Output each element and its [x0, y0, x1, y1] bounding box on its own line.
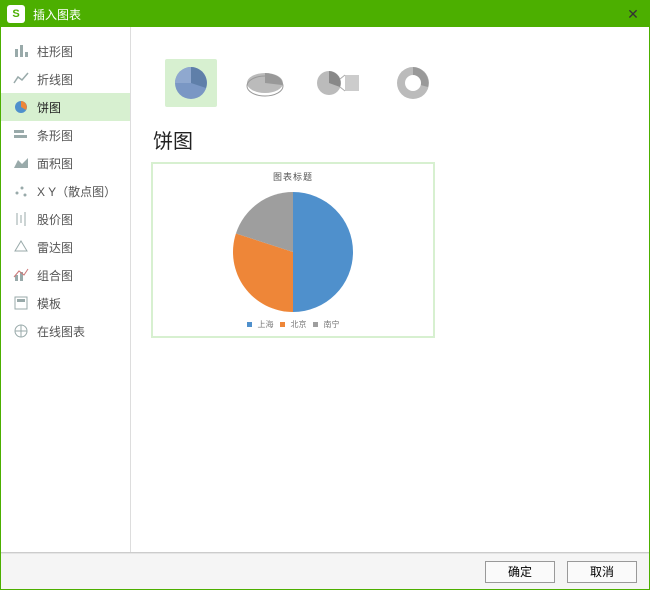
sidebar-item-label: 条形图 [37, 127, 73, 144]
sidebar-item-column-chart[interactable]: 柱形图 [1, 37, 130, 65]
sidebar-item-label: 模板 [37, 295, 61, 312]
titlebar: S 插入图表 ✕ [1, 1, 649, 27]
sidebar-item-label: 面积图 [37, 155, 73, 172]
pie-of-pie-icon [315, 67, 363, 99]
dialog-window: S 插入图表 ✕ 柱形图 折线图 饼图 [0, 0, 650, 590]
column-chart-icon [13, 43, 29, 59]
line-chart-icon [13, 71, 29, 87]
legend-label-3: 南宁 [324, 319, 340, 330]
sidebar-item-radar-chart[interactable]: 雷达图 [1, 233, 130, 261]
sidebar-item-label: 雷达图 [37, 239, 73, 256]
sidebar-item-stock-chart[interactable]: 股价图 [1, 205, 130, 233]
legend-label-1: 上海 [258, 319, 274, 330]
subtype-pie[interactable] [165, 59, 217, 107]
legend-swatch-2 [280, 322, 285, 327]
sidebar-item-label: X Y（散点图） [37, 183, 116, 200]
pie-3d-icon [243, 67, 287, 99]
templates-icon [13, 295, 29, 311]
sidebar-item-combo-chart[interactable]: 组合图 [1, 261, 130, 289]
main-panel: 饼图 图表标题 上海 北京 南宁 [131, 27, 649, 552]
legend-swatch-1 [247, 322, 252, 327]
sidebar-item-label: 柱形图 [37, 43, 73, 60]
dialog-title: 插入图表 [33, 6, 623, 23]
sidebar-item-label: 股价图 [37, 211, 73, 228]
sidebar-item-bar-chart[interactable]: 条形图 [1, 121, 130, 149]
legend-label-2: 北京 [291, 319, 307, 330]
scatter-chart-icon [13, 183, 29, 199]
chart-subtype-row [165, 59, 629, 107]
doughnut-icon [393, 63, 433, 103]
online-charts-icon [13, 323, 29, 339]
subtype-pie-of-pie[interactable] [313, 59, 365, 107]
bar-chart-icon [13, 127, 29, 143]
close-button[interactable]: ✕ [623, 6, 643, 23]
sidebar-item-online-charts[interactable]: 在线图表 [1, 317, 130, 345]
chart-preview[interactable]: 图表标题 上海 北京 南宁 [151, 162, 435, 338]
sidebar-item-label: 组合图 [37, 267, 73, 284]
chart-preview-canvas [223, 187, 363, 317]
app-icon: S [7, 5, 25, 23]
sidebar-item-label: 饼图 [37, 99, 61, 116]
cancel-button[interactable]: 取消 [567, 561, 637, 583]
sidebar-item-line-chart[interactable]: 折线图 [1, 65, 130, 93]
section-title: 饼图 [153, 125, 629, 154]
chart-preview-legend: 上海 北京 南宁 [247, 319, 340, 330]
chart-category-sidebar: 柱形图 折线图 饼图 条形图 [1, 27, 131, 552]
combo-chart-icon [13, 267, 29, 283]
chart-preview-title: 图表标题 [273, 170, 313, 183]
sidebar-item-label: 在线图表 [37, 323, 85, 340]
stock-chart-icon [13, 211, 29, 227]
subtype-doughnut[interactable] [387, 59, 439, 107]
area-chart-icon [13, 155, 29, 171]
sidebar-item-area-chart[interactable]: 面积图 [1, 149, 130, 177]
sidebar-item-pie-chart[interactable]: 饼图 [1, 93, 130, 121]
dialog-footer: 确定 取消 [1, 553, 649, 589]
subtype-3d-pie[interactable] [239, 59, 291, 107]
sidebar-item-templates[interactable]: 模板 [1, 289, 130, 317]
sidebar-item-scatter-chart[interactable]: X Y（散点图） [1, 177, 130, 205]
dialog-body: 柱形图 折线图 饼图 条形图 [1, 27, 649, 553]
sidebar-item-label: 折线图 [37, 71, 73, 88]
pie-icon [171, 63, 211, 103]
radar-chart-icon [13, 239, 29, 255]
pie-chart-icon [13, 99, 29, 115]
legend-swatch-3 [313, 322, 318, 327]
ok-button[interactable]: 确定 [485, 561, 555, 583]
